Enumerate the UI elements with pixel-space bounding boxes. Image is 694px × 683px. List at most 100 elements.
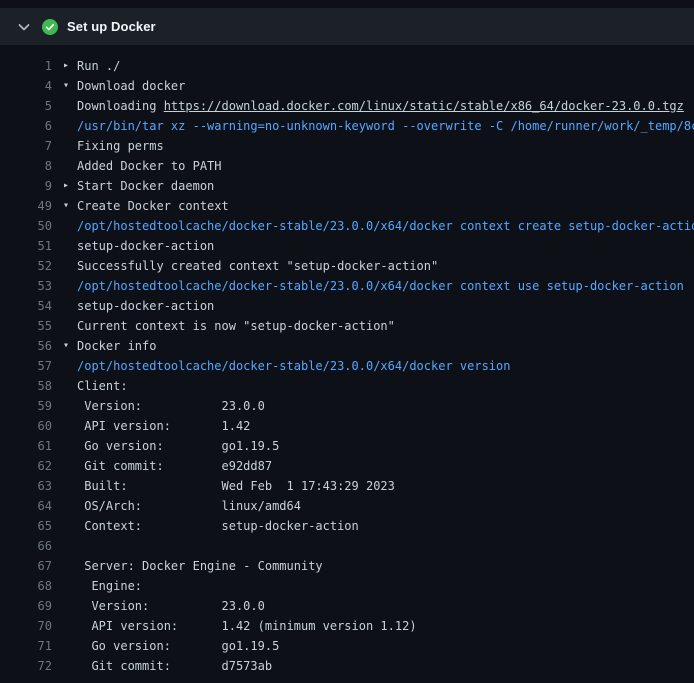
arrow-spacer — [63, 296, 77, 316]
line-number[interactable]: 7 — [0, 136, 52, 156]
log-text: /opt/hostedtoolcache/docker-stable/23.0.… — [77, 276, 694, 296]
line-number[interactable]: 63 — [0, 476, 52, 496]
log-line: 5Downloading https://download.docker.com… — [0, 96, 694, 116]
line-number[interactable]: 70 — [0, 616, 52, 636]
arrow-spacer — [63, 96, 77, 116]
log-line: 57/opt/hostedtoolcache/docker-stable/23.… — [0, 356, 694, 376]
log-group-line[interactable]: 49▾Create Docker context — [0, 196, 694, 216]
line-number[interactable]: 59 — [0, 396, 52, 416]
line-number[interactable]: 72 — [0, 656, 52, 676]
arrow-spacer — [63, 376, 77, 396]
chevron-down-icon[interactable] — [16, 19, 32, 35]
log-text: OS/Arch: linux/amd64 — [77, 496, 694, 516]
line-number[interactable]: 58 — [0, 376, 52, 396]
log-line: 55 Current context is now "setup-docker-a… — [0, 316, 694, 336]
log-command-text: /opt/hostedtoolcache/docker-stable/23.0.… — [77, 359, 510, 373]
check-circle-icon — [42, 19, 58, 35]
log-group-line[interactable]: 1▸Run ./ — [0, 56, 694, 76]
line-number[interactable]: 69 — [0, 596, 52, 616]
log-plain-text: Client: — [77, 379, 128, 393]
log-plain-text: Current context is now "setup-docker-act… — [77, 319, 395, 333]
log-text: /opt/hostedtoolcache/docker-stable/23.0.… — [77, 356, 694, 376]
line-number[interactable]: 57 — [0, 356, 52, 376]
log-line: 70 API version: 1.42 (minimum version 1.… — [0, 616, 694, 636]
log-plain-text: Built: Wed Feb 1 17:43:29 2023 — [77, 479, 395, 493]
line-number[interactable]: 8 — [0, 156, 52, 176]
line-number[interactable]: 50 — [0, 216, 52, 236]
log-link[interactable]: https://download.docker.com/linux/static… — [164, 99, 684, 113]
chevron-expanded-icon[interactable]: ▾ — [63, 336, 77, 356]
arrow-spacer — [63, 356, 77, 376]
arrow-spacer — [63, 596, 77, 616]
arrow-spacer — [63, 576, 77, 596]
line-number[interactable]: 49 — [0, 196, 52, 216]
line-number[interactable]: 60 — [0, 416, 52, 436]
log-line: 72 Git commit: d7573ab — [0, 656, 694, 676]
log-text: Current context is now "setup-docker-act… — [77, 316, 694, 336]
arrow-spacer — [63, 616, 77, 636]
log-text — [77, 536, 694, 556]
log-container: 1▸Run ./4▾Download docker5Downloading ht… — [0, 45, 694, 676]
line-number[interactable]: 9 — [0, 176, 52, 196]
log-group-line[interactable]: 9▸Start Docker daemon — [0, 176, 694, 196]
line-number[interactable]: 4 — [0, 76, 52, 96]
log-line: 60 API version: 1.42 — [0, 416, 694, 436]
arrow-spacer — [63, 276, 77, 296]
arrow-spacer — [63, 516, 77, 536]
log-text: Fixing perms — [77, 136, 694, 156]
arrow-spacer — [63, 636, 77, 656]
log-line: 65 Context: setup-docker-action — [0, 516, 694, 536]
log-text: Added Docker to PATH — [77, 156, 694, 176]
log-line: 51 setup-docker-action — [0, 236, 694, 256]
log-plain-text: Fixing perms — [77, 139, 164, 153]
log-command-text: /usr/bin/tar xz --warning=no-unknown-key… — [77, 119, 694, 133]
line-number[interactable]: 71 — [0, 636, 52, 656]
chevron-expanded-icon[interactable]: ▾ — [63, 196, 77, 216]
log-text: Docker info — [77, 336, 694, 356]
log-line: 7 Fixing perms — [0, 136, 694, 156]
line-number[interactable]: 64 — [0, 496, 52, 516]
chevron-collapsed-icon[interactable]: ▸ — [63, 176, 77, 196]
log-line: 69 Version: 23.0.0 — [0, 596, 694, 616]
log-text: Engine: — [77, 576, 694, 596]
line-number[interactable]: 55 — [0, 316, 52, 336]
arrow-spacer — [63, 556, 77, 576]
arrow-spacer — [63, 476, 77, 496]
step-header[interactable]: Set up Docker — [0, 8, 694, 45]
line-number[interactable]: 61 — [0, 436, 52, 456]
log-plain-text: Version: 23.0.0 — [77, 599, 265, 613]
chevron-collapsed-icon[interactable]: ▸ — [63, 56, 77, 76]
line-number[interactable]: 56 — [0, 336, 52, 356]
log-line: 53/opt/hostedtoolcache/docker-stable/23.… — [0, 276, 694, 296]
log-text: Client: — [77, 376, 694, 396]
line-number[interactable]: 68 — [0, 576, 52, 596]
arrow-spacer — [63, 136, 77, 156]
line-number[interactable]: 66 — [0, 536, 52, 556]
log-line: 63 Built: Wed Feb 1 17:43:29 2023 — [0, 476, 694, 496]
line-number[interactable]: 52 — [0, 256, 52, 276]
line-number[interactable]: 54 — [0, 296, 52, 316]
line-number[interactable]: 5 — [0, 96, 52, 116]
log-group-line[interactable]: 56 ▾Docker info — [0, 336, 694, 356]
log-plain-text: Docker info — [77, 339, 156, 353]
log-line: 67 Server: Docker Engine - Community — [0, 556, 694, 576]
log-plain-text: Context: setup-docker-action — [77, 519, 359, 533]
line-number[interactable]: 53 — [0, 276, 52, 296]
arrow-spacer — [63, 396, 77, 416]
line-number[interactable]: 62 — [0, 456, 52, 476]
line-number[interactable]: 6 — [0, 116, 52, 136]
arrow-spacer — [63, 116, 77, 136]
line-number[interactable]: 51 — [0, 236, 52, 256]
log-text: Download docker — [77, 76, 694, 96]
log-plain-text: setup-docker-action — [77, 239, 214, 253]
log-group-line[interactable]: 4 ▾Download docker — [0, 76, 694, 96]
chevron-expanded-icon[interactable]: ▾ — [63, 76, 77, 96]
log-text: setup-docker-action — [77, 236, 694, 256]
line-number[interactable]: 1 — [0, 56, 52, 76]
log-line: 52Successfully created context "setup-do… — [0, 256, 694, 276]
log-plain-text: setup-docker-action — [77, 299, 214, 313]
log-plain-text: OS/Arch: linux/amd64 — [77, 499, 301, 513]
line-number[interactable]: 67 — [0, 556, 52, 576]
log-plain-text: API version: 1.42 (minimum version 1.12) — [77, 619, 417, 633]
line-number[interactable]: 65 — [0, 516, 52, 536]
